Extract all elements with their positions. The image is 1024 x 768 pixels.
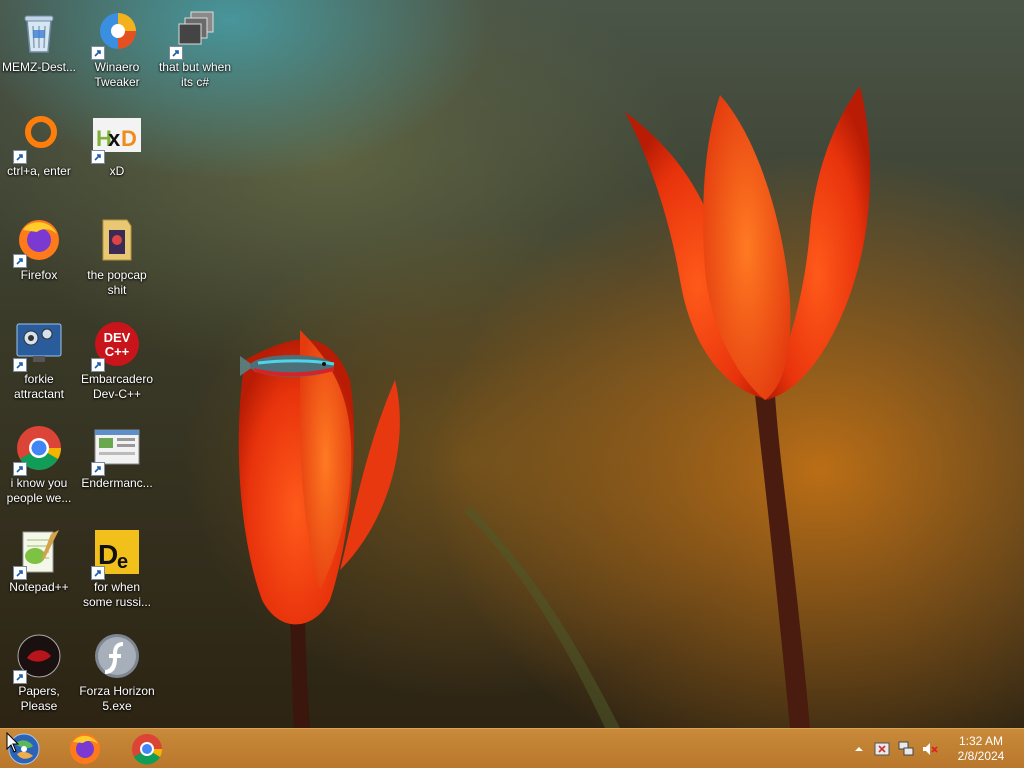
desktop-icon-memz[interactable]: MEMZ-Dest... (0, 8, 78, 75)
desktop-icon-the-popcap-shit[interactable]: the popcap shit (78, 216, 156, 298)
firefox-icon (70, 734, 100, 764)
recycle-bin-icon (24, 15, 54, 53)
shortcut-arrow-icon (13, 462, 27, 476)
desktop-icon-papers-please[interactable]: Papers, Please (0, 632, 78, 714)
svg-text:e: e (117, 551, 128, 573)
mouse-cursor-icon (6, 731, 20, 754)
desktop-icon-winaero-tweaker[interactable]: Winaero Tweaker (78, 8, 156, 90)
volume-muted-icon[interactable] (921, 740, 939, 758)
desktop-icon-endermanc[interactable]: Endermanc... (78, 424, 156, 491)
folder-icon (102, 219, 132, 261)
clock-time: 1:32 AM (958, 734, 1004, 748)
desktop-icon-ctrl-a-enter[interactable]: ctrl+a, enter (0, 112, 78, 179)
desktop-icon-label: Papers, Please (18, 684, 60, 713)
desktop-icon-label: Forza Horizon 5.exe (79, 684, 155, 713)
shortcut-arrow-icon (13, 670, 27, 684)
desktop-icon-forza-horizon-5[interactable]: Forza Horizon 5.exe (78, 632, 156, 714)
flash-icon (95, 634, 139, 678)
desktop-icon-forkie-attractant[interactable]: forkie attractant (0, 320, 78, 402)
neon-tetra-fish (238, 348, 338, 384)
taskbar-clock[interactable]: 1:32 AM 2/8/2024 (948, 734, 1014, 764)
desktop-icon-label: the popcap shit (87, 268, 147, 297)
desktop-icon-label: xD (109, 164, 125, 178)
show-hidden-icons-button[interactable] (850, 740, 868, 758)
taskbar-chrome-button[interactable] (129, 732, 165, 766)
shortcut-arrow-icon (91, 46, 105, 60)
desktop-icon-label: Winaero Tweaker (94, 60, 140, 89)
desktop-icon-label: ctrl+a, enter (7, 164, 71, 178)
svg-text:x: x (108, 126, 121, 151)
svg-text:D: D (121, 126, 137, 151)
desktop-icon-for-when-some-russi[interactable]: D e for when some russi... (78, 528, 156, 610)
desktop-icon-firefox[interactable]: Firefox (0, 216, 78, 283)
shortcut-arrow-icon (13, 254, 27, 268)
desktop-icon-label: that but when its c# (158, 60, 232, 89)
desktop-icon-label: forkie attractant (13, 372, 65, 401)
shortcut-arrow-icon (91, 566, 105, 580)
desktop-icon-notepad-plus-plus[interactable]: Notepad++ (0, 528, 78, 595)
svg-text:C++: C++ (105, 344, 130, 359)
desktop-icon-label: Notepad++ (9, 580, 69, 594)
desktop-icon-xd[interactable]: H x D xD (78, 112, 156, 179)
shortcut-arrow-icon (13, 150, 27, 164)
shortcut-arrow-icon (91, 150, 105, 164)
shortcut-arrow-icon (169, 46, 183, 60)
chrome-icon (132, 734, 163, 765)
shortcut-arrow-icon (91, 358, 105, 372)
network-icon[interactable] (897, 740, 915, 758)
taskbar: 1:32 AM 2/8/2024 (0, 728, 1024, 768)
action-center-flag-icon[interactable] (873, 740, 891, 758)
desktop-icon-label: Firefox (20, 268, 58, 282)
shortcut-arrow-icon (13, 566, 27, 580)
desktop-icon-label: MEMZ-Dest... (2, 60, 76, 74)
desktop-icon-label: for when some russi... (82, 580, 151, 609)
desktop-icon-that-but-when-its-c[interactable]: that but when its c# (156, 8, 234, 90)
clock-date: 2/8/2024 (957, 749, 1005, 763)
desktop-icon-label: Embarcadero Dev-C++ (80, 372, 154, 401)
taskbar-firefox-button[interactable] (67, 732, 103, 766)
desktop-icon-label: i know you people we... (6, 476, 72, 505)
desktop-icon-i-know-you-people[interactable]: i know you people we... (0, 424, 78, 506)
shortcut-arrow-icon (13, 358, 27, 372)
svg-text:DEV: DEV (104, 330, 131, 345)
desktop-icon-label: Endermanc... (81, 476, 153, 490)
shortcut-arrow-icon (91, 462, 105, 476)
desktop-icon-embarcadero-dev-cpp[interactable]: DEV C++ Embarcadero Dev-C++ (78, 320, 156, 402)
